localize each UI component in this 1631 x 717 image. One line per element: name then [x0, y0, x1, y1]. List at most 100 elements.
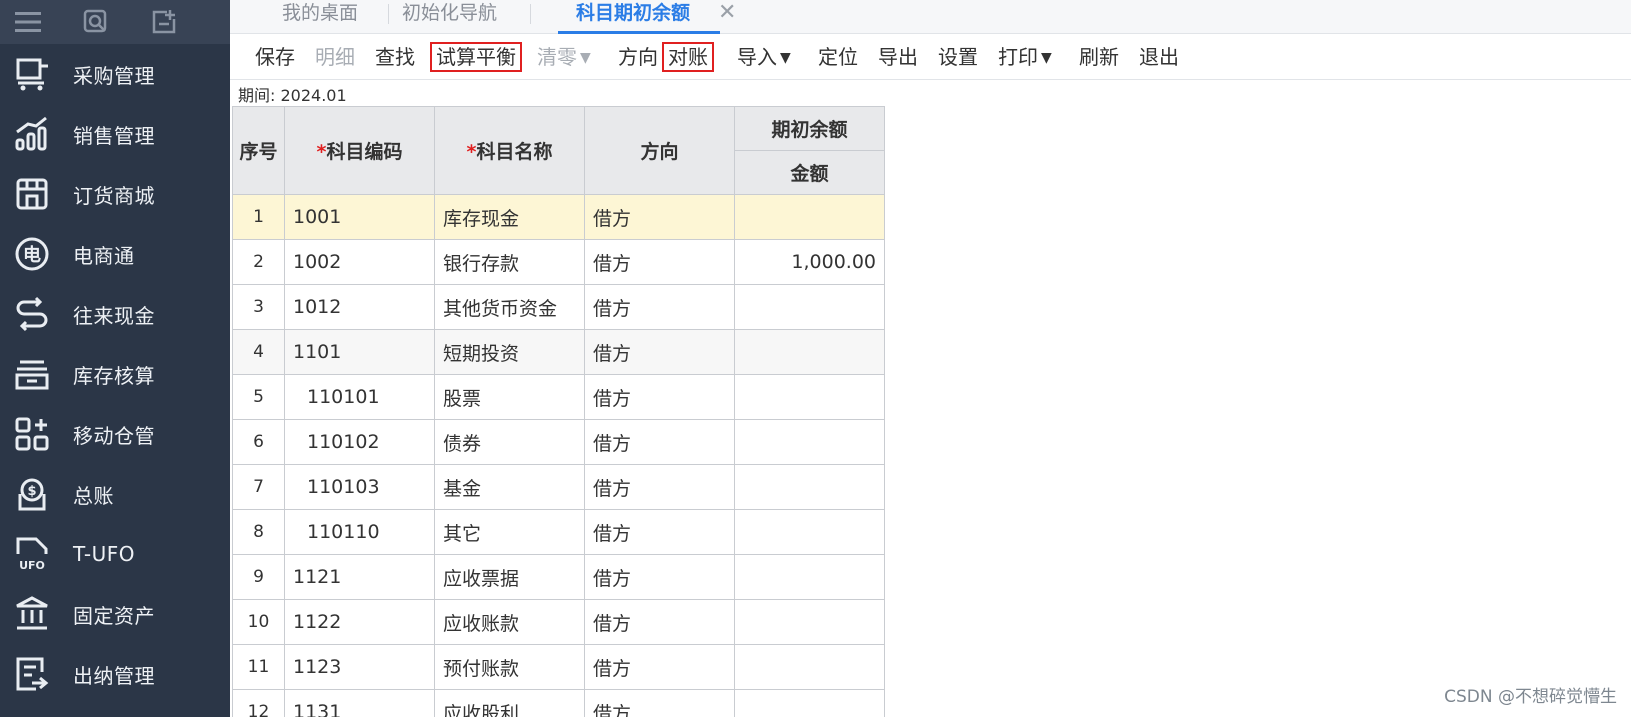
cell-code[interactable]: 1002	[284, 239, 435, 285]
cell-direction[interactable]: 借方	[584, 239, 735, 285]
cell-name[interactable]: 应收股利	[434, 689, 585, 717]
tab-opening-balance[interactable]: 科目期初余额	[558, 0, 721, 34]
cell-amount[interactable]	[734, 419, 885, 465]
cell-name[interactable]: 预付账款	[434, 644, 585, 690]
cell-code[interactable]: 110110	[284, 509, 435, 555]
cell-code[interactable]: 110103	[284, 464, 435, 510]
cell-direction[interactable]: 借方	[584, 689, 735, 717]
sidebar-item-label: 往来现金	[73, 303, 155, 328]
table-row[interactable]: 9 1121 应收票据 借方	[232, 554, 885, 600]
cell-amount[interactable]: 1,000.00	[734, 239, 885, 285]
chevron-down-icon: ▼	[780, 50, 791, 66]
save-button[interactable]: 保存	[255, 42, 295, 72]
sidebar-item-cashier[interactable]: 出纳管理	[0, 644, 230, 704]
tab-my-desktop[interactable]: 我的桌面	[282, 0, 358, 34]
cell-code[interactable]: 1122	[284, 599, 435, 645]
print-dropdown[interactable]: 打印 ▼	[998, 42, 1052, 72]
col-header-direction[interactable]: 方向	[584, 106, 735, 195]
menu-icon[interactable]	[14, 8, 42, 36]
cell-direction[interactable]: 借方	[584, 194, 735, 240]
cell-name[interactable]: 基金	[434, 464, 585, 510]
cell-code[interactable]: 1121	[284, 554, 435, 600]
table-row[interactable]: 11 1123 预付账款 借方	[232, 644, 885, 690]
sidebar-item-tufo[interactable]: UFO T-UFO	[0, 524, 230, 584]
col-header-amount[interactable]: 金额	[734, 150, 885, 195]
exit-button[interactable]: 退出	[1139, 42, 1179, 72]
cell-amount[interactable]	[734, 329, 885, 375]
cell-amount[interactable]	[734, 689, 885, 717]
cell-code[interactable]: 1101	[284, 329, 435, 375]
sidebar-item-ecommerce[interactable]: 电 电商通	[0, 224, 230, 284]
sidebar-item-store[interactable]: 订货商城	[0, 164, 230, 224]
cell-name[interactable]: 应收票据	[434, 554, 585, 600]
cell-name[interactable]: 其他货币资金	[434, 284, 585, 330]
store-icon	[14, 176, 50, 212]
reconcile-button[interactable]: 对账	[662, 42, 714, 72]
sidebar-item-cash[interactable]: 往来现金	[0, 284, 230, 344]
cell-code[interactable]: 1012	[284, 284, 435, 330]
direction-button[interactable]: 方向	[618, 42, 658, 72]
table-row[interactable]: 5 110101 股票 借方	[232, 374, 885, 420]
table-row[interactable]: 12 1131 应收股利 借方	[232, 689, 885, 717]
cell-code[interactable]: 1001	[284, 194, 435, 240]
cell-amount[interactable]	[734, 554, 885, 600]
sidebar-item-general-ledger[interactable]: $ 总账	[0, 464, 230, 524]
cell-direction[interactable]: 借方	[584, 329, 735, 375]
table-row[interactable]: 3 1012 其他货币资金 借方	[232, 284, 885, 330]
table-row[interactable]: 4 1101 短期投资 借方	[232, 329, 885, 375]
cell-name[interactable]: 债券	[434, 419, 585, 465]
add-tab-icon[interactable]	[150, 8, 178, 36]
cell-amount[interactable]	[734, 374, 885, 420]
table-row[interactable]: 6 110102 债券 借方	[232, 419, 885, 465]
period-label: 期间: 2024.01	[238, 86, 347, 105]
cell-name[interactable]: 股票	[434, 374, 585, 420]
sidebar-item-sales[interactable]: 销售管理	[0, 104, 230, 164]
locate-button[interactable]: 定位	[818, 42, 858, 72]
detail-button[interactable]: 明细	[315, 42, 355, 72]
trial-balance-button[interactable]: 试算平衡	[430, 42, 522, 72]
refresh-button[interactable]: 刷新	[1079, 42, 1119, 72]
table-row[interactable]: 10 1122 应收账款 借方	[232, 599, 885, 645]
cell-code[interactable]: 1123	[284, 644, 435, 690]
cell-amount[interactable]	[734, 644, 885, 690]
tab-init-guide[interactable]: 初始化导航	[402, 0, 497, 34]
cell-amount[interactable]	[734, 194, 885, 240]
col-header-code[interactable]: *科目编码	[284, 106, 435, 195]
cell-name[interactable]: 短期投资	[434, 329, 585, 375]
clear-dropdown[interactable]: 清零 ▼	[537, 42, 591, 72]
settings-button[interactable]: 设置	[938, 42, 978, 72]
search-icon[interactable]	[82, 8, 110, 36]
table-row[interactable]: 2 1002 银行存款 借方 1,000.00	[232, 239, 885, 285]
cell-name[interactable]: 银行存款	[434, 239, 585, 285]
cell-amount[interactable]	[734, 509, 885, 555]
cell-amount[interactable]	[734, 464, 885, 510]
cell-direction[interactable]: 借方	[584, 509, 735, 555]
cell-amount[interactable]	[734, 599, 885, 645]
cell-direction[interactable]: 借方	[584, 284, 735, 330]
cell-code[interactable]: 110101	[284, 374, 435, 420]
cell-code[interactable]: 110102	[284, 419, 435, 465]
export-button[interactable]: 导出	[878, 42, 918, 72]
cell-direction[interactable]: 借方	[584, 554, 735, 600]
sidebar-item-inventory[interactable]: 库存核算	[0, 344, 230, 404]
cell-direction[interactable]: 借方	[584, 419, 735, 465]
close-icon[interactable]: ✕	[718, 0, 736, 26]
table-row[interactable]: 7 110103 基金 借方	[232, 464, 885, 510]
cell-direction[interactable]: 借方	[584, 599, 735, 645]
table-row[interactable]: 8 110110 其它 借方	[232, 509, 885, 555]
sidebar-item-purchase[interactable]: 采购管理	[0, 44, 230, 104]
table-row[interactable]: 1 1001 库存现金 借方	[232, 194, 885, 240]
cell-name[interactable]: 应收账款	[434, 599, 585, 645]
col-header-name[interactable]: *科目名称	[434, 106, 585, 195]
cell-code[interactable]: 1131	[284, 689, 435, 717]
cell-direction[interactable]: 借方	[584, 464, 735, 510]
cell-name[interactable]: 库存现金	[434, 194, 585, 240]
import-dropdown[interactable]: 导入 ▼	[737, 42, 791, 72]
cell-direction[interactable]: 借方	[584, 374, 735, 420]
cell-name[interactable]: 其它	[434, 509, 585, 555]
cell-amount[interactable]	[734, 284, 885, 330]
cell-direction[interactable]: 借方	[584, 644, 735, 690]
sidebar-item-mobile-warehouse[interactable]: 移动仓管	[0, 404, 230, 464]
sidebar-item-fixed-assets[interactable]: 固定资产	[0, 584, 230, 644]
find-button[interactable]: 查找	[375, 42, 415, 72]
